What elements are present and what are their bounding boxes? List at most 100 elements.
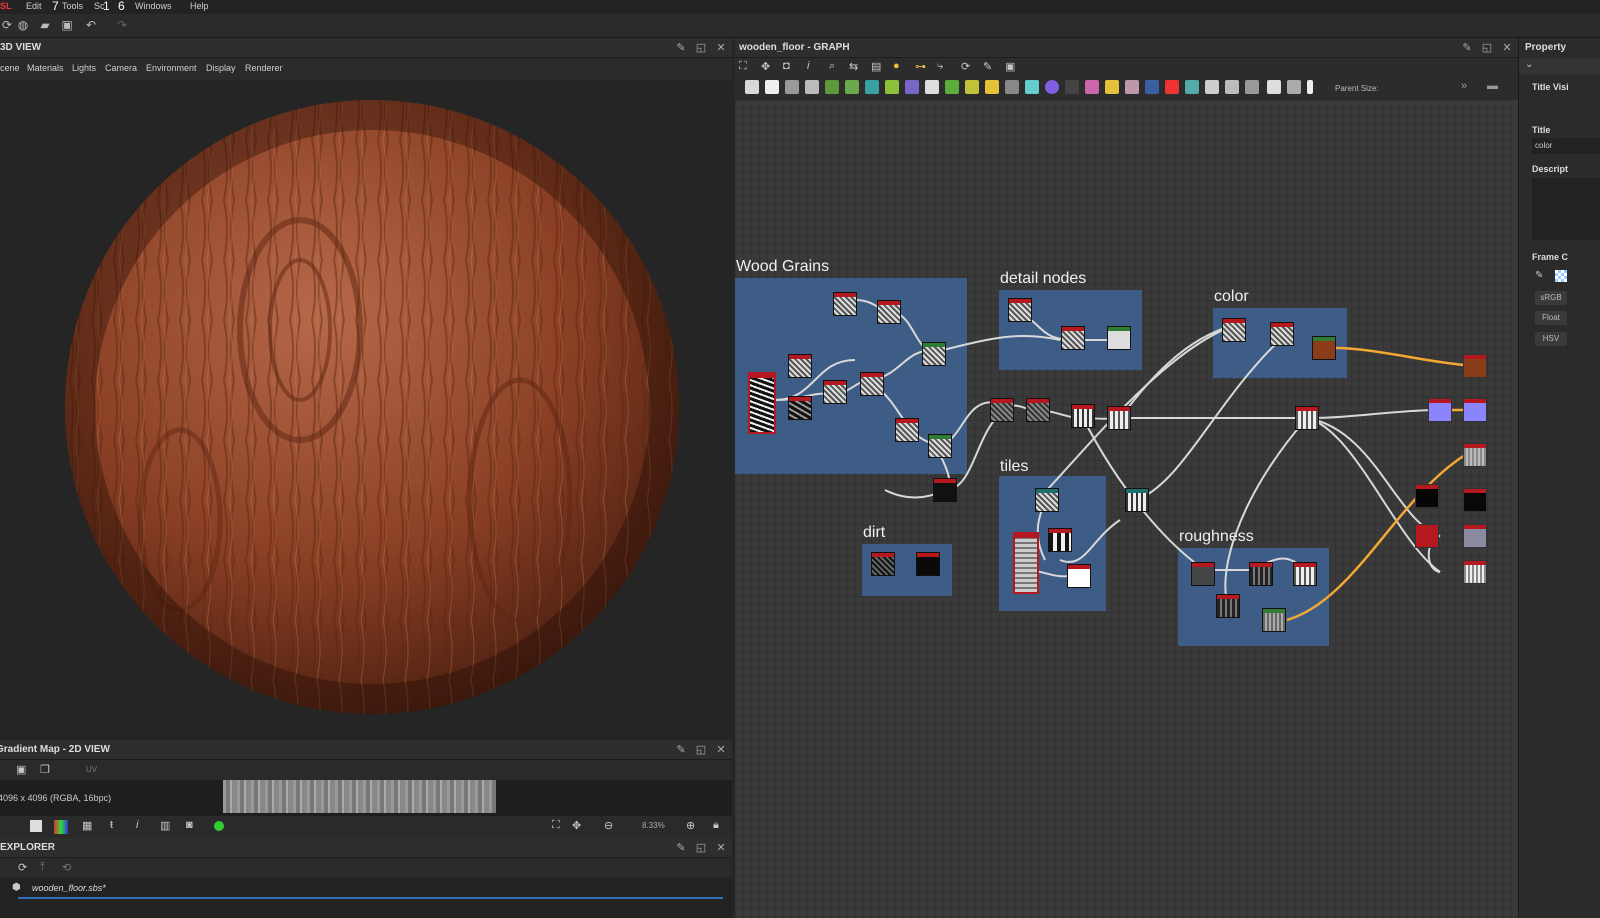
graph-node[interactable] xyxy=(833,292,857,316)
graph-node[interactable] xyxy=(877,300,901,324)
output-node-normal-a[interactable] xyxy=(1428,398,1452,422)
graph-node[interactable] xyxy=(1312,336,1336,360)
wrench-icon[interactable]: ✎ xyxy=(983,60,992,73)
open-folder-icon[interactable]: ▰ xyxy=(38,18,52,32)
node-palette-icon[interactable] xyxy=(745,80,759,94)
eyedropper-icon[interactable]: ✎ xyxy=(1535,270,1543,281)
menu-windows[interactable]: Windows xyxy=(135,0,172,12)
node-palette-icon[interactable] xyxy=(865,80,879,94)
description-field[interactable] xyxy=(1532,178,1600,240)
link-icon[interactable]: ⊶ xyxy=(915,60,926,73)
zoom-out-icon[interactable]: ⊖ xyxy=(604,819,613,832)
uv-dropdown[interactable]: UV xyxy=(86,765,97,774)
python-icon[interactable]: ● xyxy=(893,60,900,72)
float-icon[interactable]: ◱ xyxy=(1480,41,1494,54)
expand-icon[interactable]: » xyxy=(1461,80,1467,92)
new-icon[interactable]: ⟳ xyxy=(0,18,14,32)
search-icon[interactable]: ⌕ xyxy=(829,60,835,73)
options-icon[interactable]: ▬ xyxy=(1487,80,1498,92)
graph-node[interactable] xyxy=(922,342,946,366)
node-palette-icon[interactable] xyxy=(985,80,999,94)
graph-node[interactable] xyxy=(1295,406,1319,430)
upload-icon[interactable]: ⤒ xyxy=(40,861,45,874)
view3d-menu-lights[interactable]: Lights xyxy=(72,63,96,73)
node-palette-icon[interactable] xyxy=(1165,80,1179,94)
save-icon[interactable]: ▣ xyxy=(60,18,74,32)
srgb-button[interactable]: sRGB xyxy=(1535,291,1567,305)
node-palette-icon[interactable] xyxy=(945,80,959,94)
comment-icon[interactable] xyxy=(1267,80,1281,94)
graph-node[interactable] xyxy=(871,552,895,576)
graph-node[interactable] xyxy=(1293,562,1317,586)
node-palette-icon[interactable] xyxy=(1005,80,1019,94)
globe-icon[interactable]: ◍ xyxy=(16,18,30,32)
output-node-normal-b[interactable] xyxy=(1463,398,1487,422)
refresh-icon[interactable]: ⟳ xyxy=(18,861,27,874)
graph-node[interactable] xyxy=(990,398,1014,422)
graph-node[interactable] xyxy=(1415,484,1439,508)
view3d-menu-scene[interactable]: Scene xyxy=(0,63,20,73)
node-palette-icon[interactable] xyxy=(825,80,839,94)
view3d-menu-display[interactable]: Display xyxy=(206,63,236,73)
graph-node[interactable] xyxy=(748,372,776,434)
float-icon[interactable]: ◱ xyxy=(694,841,708,854)
route-icon[interactable]: ⤷ xyxy=(937,60,943,73)
color-picker-icon[interactable]: ◙ xyxy=(186,819,193,831)
graph-node[interactable] xyxy=(1270,322,1294,346)
graph-node[interactable] xyxy=(1107,326,1131,350)
graph-node[interactable] xyxy=(1191,562,1215,586)
export-icon[interactable]: ▣ xyxy=(1005,60,1015,73)
lock-icon[interactable]: 🔒︎ xyxy=(713,819,719,832)
graph-node[interactable] xyxy=(1216,594,1240,618)
copy-icon[interactable]: ❐ xyxy=(40,763,50,776)
view3d-menu-renderer[interactable]: Renderer xyxy=(245,63,283,73)
save-icon[interactable]: ▣ xyxy=(16,763,26,776)
graph-node[interactable] xyxy=(1125,488,1149,512)
frame-icon[interactable] xyxy=(1287,80,1301,94)
graph-canvas[interactable]: Wood Grains detail nodes color tiles dir… xyxy=(735,100,1518,918)
output-node-roughness[interactable] xyxy=(1463,443,1487,467)
histogram-icon[interactable]: ▥ xyxy=(160,819,170,832)
menu-tools[interactable]: Tools xyxy=(62,0,83,12)
graph-node[interactable] xyxy=(928,434,952,458)
graph-node[interactable] xyxy=(1013,532,1039,594)
float-icon[interactable]: ◱ xyxy=(694,41,708,54)
node-palette-icon[interactable] xyxy=(1025,80,1039,94)
share-icon[interactable]: ⇆ xyxy=(849,60,858,73)
node-palette-icon[interactable] xyxy=(925,80,939,94)
float-button[interactable]: Float xyxy=(1535,311,1567,325)
explorer-file[interactable]: wooden_floor.sbs* xyxy=(32,883,106,893)
graph-node[interactable] xyxy=(1008,298,1032,322)
pin-node-icon[interactable] xyxy=(1307,80,1313,94)
graph-node[interactable] xyxy=(1071,404,1095,428)
channels-icon[interactable] xyxy=(54,820,68,834)
node-palette-icon[interactable] xyxy=(805,80,819,94)
hsv-button[interactable]: HSV xyxy=(1535,332,1567,346)
node-palette-icon[interactable] xyxy=(1065,80,1079,94)
camera-icon[interactable]: ◘ xyxy=(783,60,790,72)
view3d-menu-camera[interactable]: Camera xyxy=(105,63,137,73)
grid-icon[interactable]: ▦ xyxy=(82,819,92,832)
close-icon[interactable]: ✕ xyxy=(714,841,728,854)
pin-icon[interactable]: ✎ xyxy=(674,841,688,854)
zoom-in-icon[interactable]: ⊕ xyxy=(686,819,695,832)
graph-node[interactable] xyxy=(1067,564,1091,588)
view3d-viewport[interactable] xyxy=(0,80,732,740)
alpha-icon[interactable] xyxy=(214,821,224,831)
node-palette-icon[interactable] xyxy=(905,80,919,94)
checker-icon[interactable] xyxy=(30,820,42,832)
menu-edit[interactable]: Edit xyxy=(26,0,42,12)
node-palette-icon[interactable] xyxy=(1045,80,1059,94)
output-node-basecolor[interactable] xyxy=(1463,354,1487,378)
graph-node[interactable] xyxy=(1415,524,1439,548)
view2d-canvas[interactable]: 4096 x 4096 (RGBA, 16bpc) xyxy=(0,780,732,816)
node-palette-icon[interactable] xyxy=(1185,80,1199,94)
graph-node[interactable] xyxy=(1249,562,1273,586)
graph-node[interactable] xyxy=(1026,398,1050,422)
graph-node[interactable] xyxy=(860,372,884,396)
pin-icon[interactable]: ✎ xyxy=(674,743,688,756)
graph-node[interactable] xyxy=(1262,608,1286,632)
graph-node[interactable] xyxy=(1061,326,1085,350)
pan-icon[interactable]: ✥ xyxy=(572,819,581,832)
node-palette-icon[interactable] xyxy=(1125,80,1139,94)
